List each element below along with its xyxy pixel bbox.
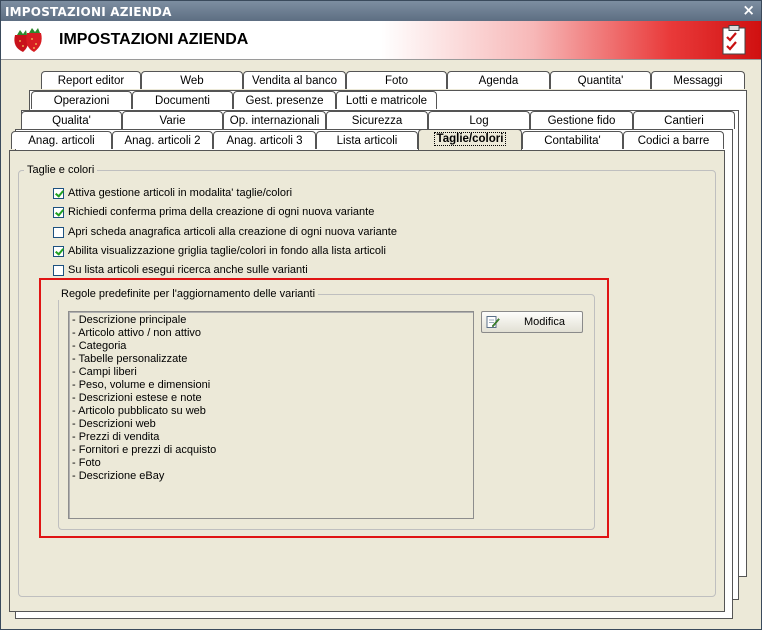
option-richiedi-conferma[interactable]: Richiedi conferma prima della creazione … (53, 204, 374, 220)
tab-agenda[interactable]: Agenda (447, 71, 550, 89)
groupbox-title: Taglie e colori (24, 164, 98, 176)
tab-taglie-colori[interactable]: Taglie/colori (418, 129, 522, 150)
settings-window: IMPOSTAZIONI AZIENDA × IMPOSTAZIONI AZIE… (0, 0, 762, 630)
header-title: IMPOSTAZIONI AZIENDA (59, 31, 249, 48)
tab-documenti[interactable]: Documenti (132, 91, 233, 109)
tab-vendita-al-banco[interactable]: Vendita al banco (243, 71, 346, 89)
checkbox-checked[interactable] (53, 206, 64, 218)
tab-web[interactable]: Web (141, 71, 243, 89)
option-label: Attiva gestione articoli in modalita' ta… (68, 187, 293, 199)
tab-sicurezza[interactable]: Sicurezza (326, 111, 428, 129)
tab-gest-presenze[interactable]: Gest. presenze (233, 91, 336, 109)
tab-messaggi[interactable]: Messaggi (651, 71, 745, 89)
tab-anag-articoli-3[interactable]: Anag. articoli 3 (213, 131, 316, 149)
title-bar: IMPOSTAZIONI AZIENDA × (1, 1, 761, 21)
checkbox-unchecked[interactable] (53, 226, 64, 238)
header-banner: IMPOSTAZIONI AZIENDA (1, 21, 761, 60)
tab-foto[interactable]: Foto (346, 71, 447, 89)
option-apri-scheda[interactable]: Apri scheda anagrafica articoli alla cre… (53, 224, 397, 240)
checkbox-checked[interactable] (53, 245, 64, 257)
tab-log[interactable]: Log (428, 111, 530, 129)
tab-contabilita[interactable]: Contabilita' (522, 131, 623, 149)
checkbox-unchecked[interactable] (53, 264, 64, 276)
tab-codici-a-barre[interactable]: Codici a barre (623, 131, 724, 149)
tab-anag-articoli-2[interactable]: Anag. articoli 2 (112, 131, 213, 149)
tab-qualita[interactable]: Qualita' (21, 111, 122, 129)
option-ricerca-varianti[interactable]: Su lista articoli esegui ricerca anche s… (53, 262, 308, 278)
checkbox-checked[interactable] (53, 187, 64, 199)
tab-lista-articoli[interactable]: Lista articoli (316, 131, 418, 149)
close-icon[interactable]: × (742, 2, 755, 19)
tab-lotti-e-matricole[interactable]: Lotti e matricole (336, 91, 437, 109)
tab-varie[interactable]: Varie (122, 111, 223, 129)
window-title: IMPOSTAZIONI AZIENDA (5, 5, 172, 19)
option-label: Richiedi conferma prima della creazione … (68, 206, 375, 218)
tab-report-editor[interactable]: Report editor (41, 71, 141, 89)
tab-quantita[interactable]: Quantita' (550, 71, 651, 89)
strawberry-logo-icon (14, 28, 42, 52)
tab-anag-articoli[interactable]: Anag. articoli (11, 131, 112, 149)
option-abilita-griglia[interactable]: Abilita visualizzazione griglia taglie/c… (53, 243, 386, 259)
option-label: Apri scheda anagrafica articoli alla cre… (68, 226, 397, 238)
option-label: Su lista articoli esegui ricerca anche s… (68, 264, 308, 276)
tab-op-internazionali[interactable]: Op. internazionali (223, 111, 326, 129)
tab-cantieri[interactable]: Cantieri (633, 111, 735, 129)
option-label: Abilita visualizzazione griglia taglie/c… (68, 245, 386, 257)
highlight-annotation (39, 278, 609, 538)
tab-taglie-colori-label: Taglie/colori (433, 132, 507, 146)
checklist-icon[interactable] (721, 25, 747, 55)
tab-gestione-fido[interactable]: Gestione fido (530, 111, 633, 129)
option-attiva-taglie-colori[interactable]: Attiva gestione articoli in modalita' ta… (53, 185, 292, 201)
tab-operazioni[interactable]: Operazioni (31, 91, 132, 109)
